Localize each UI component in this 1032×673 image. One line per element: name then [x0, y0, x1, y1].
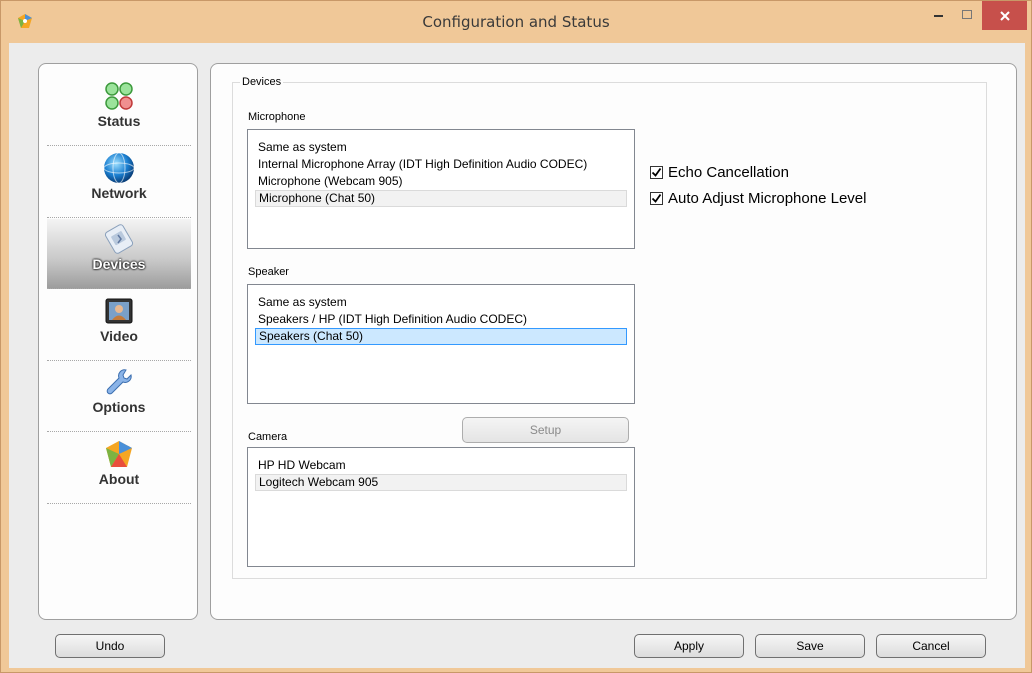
client-area: Status Network Devices Video Options Abo…: [9, 43, 1025, 668]
camera-list[interactable]: HP HD Webcam Logitech Webcam 905: [247, 447, 635, 567]
speaker-label: Speaker: [248, 266, 289, 278]
list-item[interactable]: HP HD Webcam: [255, 457, 627, 474]
sidebar-divider: [47, 288, 191, 289]
speaker-list[interactable]: Same as system Speakers / HP (IDT High D…: [247, 284, 635, 404]
undo-button[interactable]: Undo: [55, 634, 165, 658]
list-item[interactable]: Microphone (Webcam 905): [255, 173, 627, 190]
devices-group-title: Devices: [240, 76, 284, 88]
echo-cancellation-label: Echo Cancellation: [668, 164, 789, 181]
about-logo-icon: [103, 438, 135, 470]
wrench-icon: [103, 366, 135, 398]
sidebar-item-status[interactable]: Status: [47, 76, 191, 146]
window-title: Configuration and Status: [422, 13, 610, 31]
camera-label: Camera: [248, 431, 288, 443]
sidebar-item-about[interactable]: About: [47, 434, 191, 504]
save-button[interactable]: Save: [755, 634, 865, 658]
sidebar: Status Network Devices Video Options Abo…: [38, 63, 198, 620]
sidebar-item-network[interactable]: Network: [47, 148, 191, 218]
sidebar-item-label: Network: [91, 185, 147, 201]
sidebar-item-label: About: [98, 471, 140, 487]
checkmark-icon: [651, 193, 662, 203]
sidebar-item-label: Video: [100, 328, 138, 344]
status-lights-icon: [103, 80, 135, 112]
checkmark-icon: [651, 167, 662, 177]
list-item[interactable]: Speakers (Chat 50): [255, 328, 627, 345]
devices-panel: Devices Microphone Same as system Intern…: [210, 63, 1017, 620]
close-button[interactable]: [982, 1, 1027, 30]
auto-adjust-label: Auto Adjust Microphone Level: [668, 190, 867, 207]
sidebar-item-label: Options: [92, 399, 146, 415]
title-bar[interactable]: Configuration and Status: [1, 1, 1031, 43]
close-icon: [999, 10, 1010, 21]
microphone-list[interactable]: Same as system Internal Microphone Array…: [247, 129, 635, 249]
list-item[interactable]: Speakers / HP (IDT High Definition Audio…: [255, 311, 627, 328]
video-screen-icon: [103, 295, 135, 327]
minimize-button[interactable]: [926, 1, 952, 29]
list-item[interactable]: Logitech Webcam 905: [255, 474, 627, 491]
maximize-button[interactable]: [954, 1, 980, 29]
microphone-label: Microphone: [248, 111, 306, 123]
sidebar-item-label: Status: [97, 113, 141, 129]
list-item[interactable]: Same as system: [255, 139, 627, 156]
checkbox-box[interactable]: [650, 192, 663, 205]
sidebar-item-devices[interactable]: Devices: [47, 219, 191, 289]
maximize-icon: [962, 10, 972, 19]
echo-cancellation-checkbox[interactable]: Echo Cancellation: [650, 164, 789, 181]
sidebar-item-video[interactable]: Video: [47, 291, 191, 361]
camera-setup-button[interactable]: Setup: [462, 417, 629, 443]
globe-icon: [103, 152, 135, 184]
sidebar-divider: [47, 431, 191, 432]
devices-icon: [103, 223, 135, 255]
sidebar-divider: [47, 145, 191, 146]
auto-adjust-checkbox[interactable]: Auto Adjust Microphone Level: [650, 190, 866, 207]
sidebar-item-options[interactable]: Options: [47, 362, 191, 432]
list-item[interactable]: Same as system: [255, 294, 627, 311]
sidebar-item-label: Devices: [92, 256, 146, 272]
sidebar-divider: [47, 503, 191, 504]
minimize-icon: [934, 15, 943, 17]
sidebar-divider: [47, 217, 191, 218]
app-window: Configuration and Status Status Network …: [0, 0, 1032, 673]
apply-button[interactable]: Apply: [634, 634, 744, 658]
list-item[interactable]: Internal Microphone Array (IDT High Defi…: [255, 156, 627, 173]
list-item[interactable]: Microphone (Chat 50): [255, 190, 627, 207]
cancel-button[interactable]: Cancel: [876, 634, 986, 658]
sidebar-divider: [47, 360, 191, 361]
checkbox-box[interactable]: [650, 166, 663, 179]
